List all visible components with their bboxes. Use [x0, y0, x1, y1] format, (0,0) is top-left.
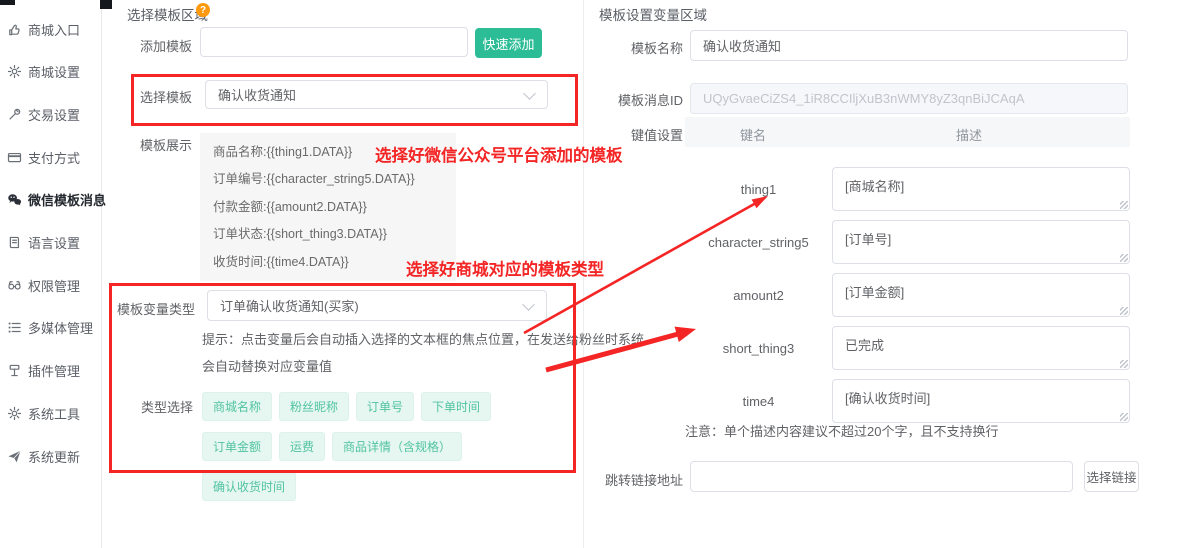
template-msgid-label: 模板消息ID [600, 90, 683, 109]
annotation-text-1: 选择好微信公众号平台添加的模板 [375, 142, 623, 166]
kv-key-label: character_string5 [685, 235, 832, 250]
kv-key-label: short_thing3 [685, 341, 832, 356]
sidebar-item-mall-entrance[interactable]: 商城入口 [0, 14, 100, 44]
screen-artifact [0, 0, 15, 5]
payment-method-icon [7, 150, 22, 165]
type-tag[interactable]: 确认收货时间 [202, 472, 296, 501]
annotation-text-2: 选择好商城对应的模板类型 [406, 256, 604, 280]
type-tag[interactable]: 运费 [279, 432, 325, 461]
kv-key-label: amount2 [685, 288, 832, 303]
sidebar-item-label: 多媒体管理 [28, 318, 93, 337]
chevron-down-icon [522, 298, 535, 311]
kv-desc-textarea[interactable] [832, 220, 1130, 264]
sidebar-item-media-manage[interactable]: 多媒体管理 [0, 313, 100, 343]
sidebar-item-label: 交易设置 [28, 105, 80, 124]
template-vartype-label: 模板变量类型 [100, 299, 195, 318]
trade-settings-icon [7, 107, 22, 122]
sidebar-item-label: 微信模板消息 [28, 190, 106, 209]
template-vartype-value: 订单确认收货通知(买家) [220, 296, 359, 315]
sidebar-item-label: 支付方式 [28, 148, 80, 167]
wechat-template-message-page: 商城入口商城设置交易设置支付方式微信模板消息语言设置权限管理多媒体管理插件管理系… [0, 0, 1188, 548]
kv-col-desc-header: 描述 [956, 125, 982, 144]
type-tag-list: 商城名称粉丝昵称订单号下单时间订单金额运费商品详情（含规格） 确认收货时间 [202, 392, 520, 512]
select-template-value: 确认收货通知 [218, 85, 296, 104]
language-settings-icon [7, 235, 22, 250]
kv-desc-textarea[interactable] [832, 379, 1130, 423]
template-name-input[interactable] [690, 30, 1128, 61]
select-link-button[interactable]: 选择链接 [1084, 461, 1139, 492]
sidebar-item-label: 商城设置 [28, 62, 80, 81]
sidebar-item-mall-settings[interactable]: 商城设置 [0, 57, 100, 87]
wechat-template-icon [7, 192, 22, 207]
sidebar-item-label: 插件管理 [28, 361, 80, 380]
template-display-line: 付款金额:{{amount2.DATA}} [213, 194, 443, 221]
type-tag[interactable]: 订单金额 [202, 432, 272, 461]
media-manage-icon [7, 320, 22, 335]
kv-desc-textarea[interactable] [832, 167, 1130, 211]
sidebar-item-label: 商城入口 [28, 20, 80, 39]
vartype-tip-line1: 提示：点击变量后会自动插入选择的文本框的焦点位置，在发送给粉丝时系统 [202, 329, 644, 348]
system-update-icon [7, 449, 22, 464]
sidebar-item-payment-method[interactable]: 支付方式 [0, 142, 100, 172]
sidebar-item-trade-settings[interactable]: 交易设置 [0, 99, 100, 129]
mall-entrance-icon [7, 22, 22, 37]
quick-add-button[interactable]: 快速添加 [475, 28, 542, 58]
chevron-down-icon [523, 87, 536, 100]
kv-col-key-header: 键名 [740, 125, 766, 144]
help-icon[interactable]: ? [196, 3, 210, 17]
template-display-line: 订单编号:{{character_string5.DATA}} [213, 166, 443, 193]
vartype-tip-line2: 会自动替换对应变量值 [202, 356, 332, 375]
kv-note: 注意：单个描述内容建议不超过20个字，且不支持换行 [685, 421, 998, 440]
type-tag[interactable]: 粉丝昵称 [279, 392, 349, 421]
template-vartype-dropdown[interactable]: 订单确认收货通知(买家) [207, 290, 547, 321]
sidebar: 商城入口商城设置交易设置支付方式微信模板消息语言设置权限管理多媒体管理插件管理系… [0, 0, 102, 548]
select-template-label: 选择模板 [100, 87, 192, 106]
system-tools-icon [7, 406, 22, 421]
type-select-label: 类型选择 [100, 397, 193, 416]
add-template-input[interactable] [200, 27, 468, 57]
right-panel-title: 模板设置变量区域 [599, 4, 707, 24]
type-tag[interactable]: 商品详情（含规格） [332, 432, 462, 461]
sidebar-item-permission[interactable]: 权限管理 [0, 270, 100, 300]
type-tag[interactable]: 订单号 [356, 392, 414, 421]
screen-artifact [100, 0, 112, 9]
sidebar-item-plugin-manage[interactable]: 插件管理 [0, 356, 100, 386]
kv-key-label: thing1 [685, 182, 832, 197]
sidebar-item-language-settings[interactable]: 语言设置 [0, 228, 100, 258]
template-name-label: 模板名称 [600, 38, 683, 57]
mall-settings-icon [7, 64, 22, 79]
template-display-line: 订单状态:{{short_thing3.DATA}} [213, 221, 443, 248]
kv-key-label: time4 [685, 394, 832, 409]
kv-desc-textarea[interactable] [832, 273, 1130, 317]
kv-desc-textarea[interactable] [832, 326, 1130, 370]
permission-icon [7, 278, 22, 293]
sidebar-item-label: 权限管理 [28, 276, 80, 295]
type-tag[interactable]: 下单时间 [421, 392, 491, 421]
jump-link-label: 跳转链接地址 [597, 470, 683, 489]
sidebar-item-wechat-template[interactable]: 微信模板消息 [0, 185, 100, 215]
plugin-manage-icon [7, 363, 22, 378]
sidebar-item-system-update[interactable]: 系统更新 [0, 441, 100, 471]
sidebar-item-label: 系统工具 [28, 404, 80, 423]
sidebar-item-label: 语言设置 [28, 233, 80, 252]
add-template-label: 添加模板 [100, 36, 192, 55]
sidebar-item-system-tools[interactable]: 系统工具 [0, 398, 100, 428]
template-display-label: 模板展示 [100, 135, 192, 154]
type-tag[interactable]: 商城名称 [202, 392, 272, 421]
template-msgid-input [690, 83, 1128, 114]
sidebar-item-label: 系统更新 [28, 447, 80, 466]
jump-link-input[interactable] [690, 461, 1073, 492]
select-template-dropdown[interactable]: 确认收货通知 [205, 80, 548, 109]
